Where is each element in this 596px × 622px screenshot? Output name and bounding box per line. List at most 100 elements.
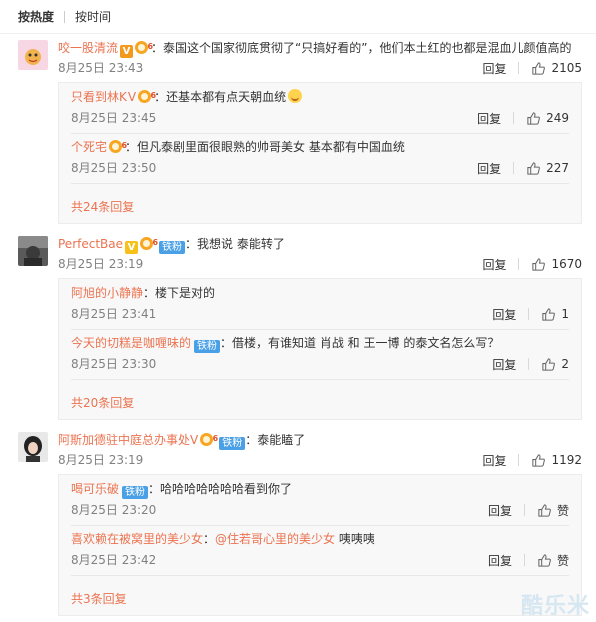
like-button[interactable]: 2 — [541, 357, 569, 372]
like-label: 赞 — [556, 553, 569, 568]
like-button[interactable]: 2105 — [531, 61, 582, 76]
like-button[interactable]: 1 — [541, 307, 569, 322]
comment-username[interactable]: 咬一股清流 — [58, 41, 118, 55]
comment-username[interactable]: PerfectBae — [58, 237, 123, 251]
reply-username[interactable]: 只看到林K — [71, 90, 127, 104]
verified-v-icon: V — [120, 45, 134, 58]
level-badge-icon: 6 — [135, 41, 153, 54]
reply-actions: 回复 2 — [492, 356, 569, 372]
action-divider — [523, 554, 525, 566]
comment-item: 阿斯加德驻中庭总办事处V 6 铁粉 ：泰能瞌了 8月25日 23:19 回复 1192… — [0, 426, 596, 622]
reply-item: 个死宅 6 ：但凡泰剧里面很眼熟的帅哥美女 基本都有中国血统 8月25日 23:50… — [71, 133, 569, 183]
reply-list: 只看到林KV 6 ：还基本都有点天朝血统 8月25日 23:45 回复 249 个死… — [58, 82, 582, 224]
comment-time: 8月25日 23:43 — [58, 61, 144, 75]
reply-button[interactable]: 回复 — [482, 452, 506, 469]
reply-button[interactable]: 回复 — [492, 356, 516, 373]
avatar[interactable] — [18, 432, 48, 462]
thumbs-up-icon — [538, 553, 551, 567]
more-replies-link[interactable]: 共20条回复 — [71, 394, 134, 411]
reply-button[interactable]: 回复 — [488, 502, 512, 519]
reply-actions: 回复 1 — [492, 306, 569, 322]
reply-button[interactable]: 回复 — [482, 256, 506, 273]
avatar[interactable] — [18, 236, 48, 266]
comment-username[interactable]: 阿斯加德驻中庭总办事处V — [58, 433, 198, 447]
comment-meta: 8月25日 23:19 回复 1670 — [58, 256, 582, 272]
reply-meta: 8月25日 23:50 回复 227 — [71, 160, 569, 176]
reply-item: 阿旭的小静静：楼下是对的 8月25日 23:41 回复 1 — [71, 279, 569, 329]
tab-sort-time[interactable]: 按时间 — [75, 8, 111, 25]
comment-time: 8月25日 23:19 — [58, 257, 144, 271]
action-divider — [513, 162, 515, 174]
tab-sort-hot[interactable]: 按热度 — [18, 8, 54, 25]
action-divider — [518, 258, 520, 270]
reply-content: 只看到林KV 6 ：还基本都有点天朝血统 — [71, 89, 303, 105]
reply-username[interactable]: 阿旭的小静静 — [71, 286, 143, 300]
avatar[interactable] — [18, 40, 48, 70]
reply-time: 8月25日 23:45 — [71, 111, 157, 125]
like-button[interactable]: 227 — [526, 161, 569, 176]
like-count: 1192 — [551, 453, 582, 467]
reply-button[interactable]: 回复 — [477, 110, 501, 127]
thumbs-up-icon — [527, 161, 540, 175]
tab-divider — [64, 10, 66, 23]
reply-text: 咦咦咦 — [335, 532, 375, 546]
more-replies-link[interactable]: 共24条回复 — [71, 198, 134, 215]
reply-text: ：哈哈哈哈哈哈哈看到你了 — [148, 482, 293, 496]
comment-item: 咬一股清流 V 6 ：泰国这个国家彻底贯彻了“只搞好看的”，他们本土红的也都是混血儿颜… — [0, 34, 596, 230]
comment-text: ：我想说 泰能转了 — [185, 237, 285, 251]
reply-time: 8月25日 23:30 — [71, 357, 157, 371]
fan-badge: 铁粉 — [194, 340, 221, 353]
comment-content: 阿斯加德驻中庭总办事处V 6 铁粉 ：泰能瞌了 — [58, 432, 582, 450]
thumbs-up-icon — [542, 357, 556, 371]
like-button[interactable]: 1192 — [531, 453, 582, 468]
reply-text: 和 — [343, 336, 364, 350]
reply-meta: 8月25日 23:20 回复 赞 — [71, 502, 569, 518]
reply-actions: 回复 249 — [477, 110, 569, 126]
fan-badge: 铁粉 — [122, 486, 149, 499]
reply-button[interactable]: 回复 — [492, 306, 516, 323]
thumbs-up-icon — [532, 61, 546, 75]
fan-badge: 铁粉 — [219, 437, 246, 450]
action-divider — [518, 454, 520, 466]
reply-time: 8月25日 23:42 — [71, 553, 157, 567]
reply-button[interactable]: 回复 — [482, 60, 506, 77]
like-button[interactable]: 赞 — [537, 552, 569, 569]
reply-content: 喝可乐破 铁粉 ：哈哈哈哈哈哈哈看到你了 — [71, 481, 292, 499]
reply-username[interactable]: 喝可乐破 — [71, 482, 119, 496]
reply-item: 今天的切糕是咖喱味的 铁粉 ：借楼，有谁知道 肖战 和 王一博 的泰文名怎么写？ 8… — [71, 329, 569, 379]
reply-button[interactable]: 回复 — [488, 552, 512, 569]
comment-time: 8月25日 23:19 — [58, 453, 144, 467]
level-badge-icon: 6 — [200, 433, 218, 446]
sort-tabs: 按热度 按时间 — [0, 0, 596, 34]
reply-content: 阿旭的小静静：楼下是对的 — [71, 285, 215, 301]
reply-list: 喝可乐破 铁粉 ：哈哈哈哈哈哈哈看到你了 8月25日 23:20 回复 赞 喜欢赖在… — [58, 474, 582, 616]
action-divider — [513, 112, 515, 124]
reply-button[interactable]: 回复 — [477, 160, 501, 177]
watermark-logo: 酷乐米 — [520, 594, 590, 619]
reply-meta: 8月25日 23:42 回复 赞 — [71, 552, 569, 568]
like-button[interactable]: 1670 — [531, 257, 582, 272]
comment-content: PerfectBae V 6 铁粉 ：我想说 泰能转了 — [58, 236, 582, 254]
reply-username[interactable]: 喜欢赖在被窝里的美少女 — [71, 532, 203, 546]
reply-item: 喜欢赖在被窝里的美少女：@住若哥心里的美少女 咦咦咦 8月25日 23:42 回… — [71, 525, 569, 575]
mention-link[interactable]: @住若哥心里的美少女 — [215, 532, 335, 546]
reply-text: ：还基本都有点天朝血统 — [154, 90, 287, 104]
laugh-emoji-icon — [288, 89, 303, 103]
comment-meta: 8月25日 23:43 回复 2105 — [58, 60, 582, 76]
reply-content: 个死宅 6 ：但凡泰剧里面很眼熟的帅哥美女 基本都有中国血统 — [71, 139, 405, 155]
comment-item: PerfectBae V 6 铁粉 ：我想说 泰能转了 8月25日 23:19 回复 1… — [0, 230, 596, 426]
like-count: 1 — [561, 307, 569, 321]
comment-text: ：泰能瞌了 — [245, 433, 306, 447]
like-button[interactable]: 249 — [526, 111, 569, 126]
action-divider — [528, 308, 530, 320]
thumbs-up-icon — [527, 111, 540, 125]
reply-meta: 8月25日 23:45 回复 249 — [71, 110, 569, 126]
comment-content: 咬一股清流 V 6 ：泰国这个国家彻底贯彻了“只搞好看的”，他们本土红的也都是混血儿颜… — [58, 40, 582, 58]
reply-text: ：但凡泰剧里面很眼熟的帅哥美女 基本都有中国血统 — [125, 140, 405, 154]
like-button[interactable]: 赞 — [537, 502, 569, 519]
reply-username[interactable]: 个死宅 — [71, 140, 107, 154]
more-replies-link[interactable]: 共3条回复 — [71, 590, 127, 607]
reply-meta: 8月25日 23:41 回复 1 — [71, 306, 569, 322]
reply-username[interactable]: 今天的切糕是咖喱味的 — [71, 336, 191, 350]
mention-xiaozhan: 肖战 — [319, 336, 344, 350]
